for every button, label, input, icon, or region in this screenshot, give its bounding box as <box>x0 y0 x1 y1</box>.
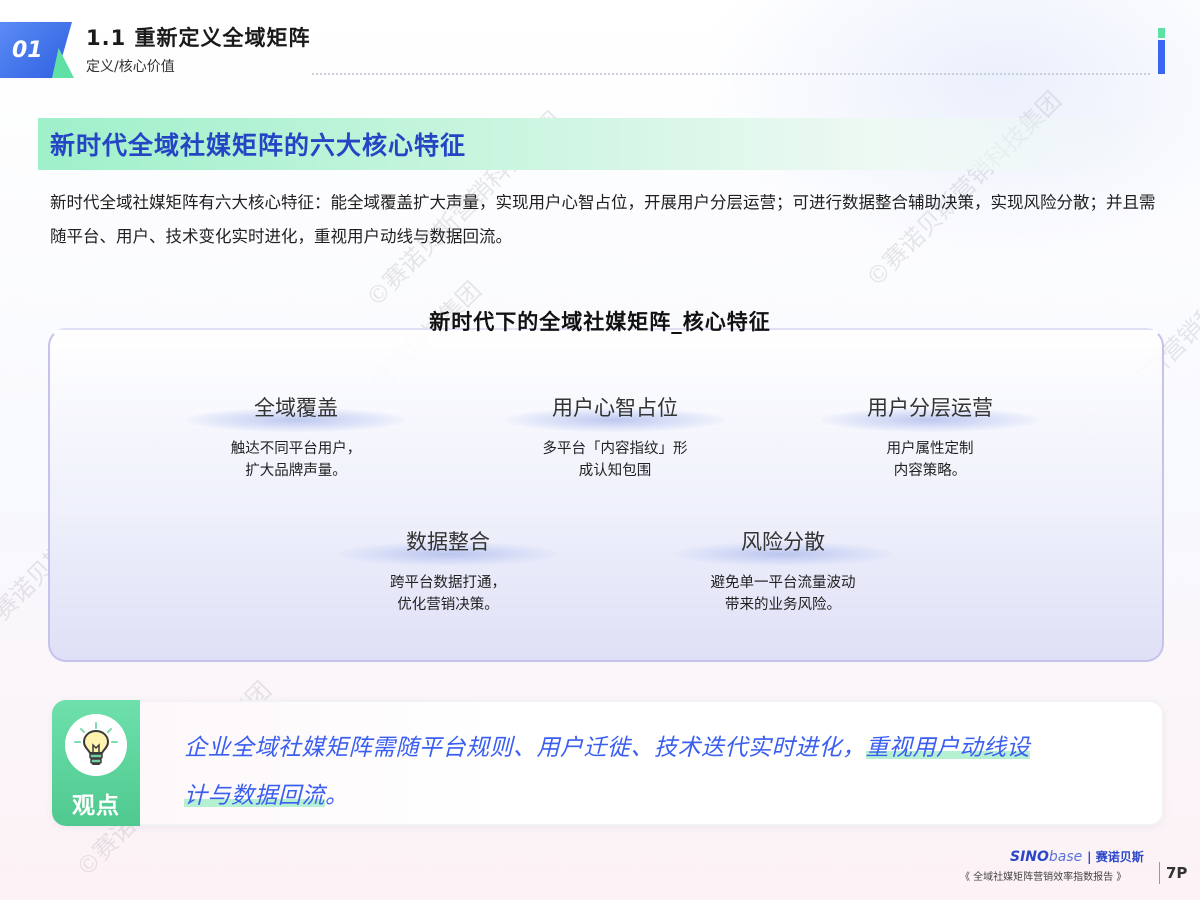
header-dotted-divider <box>312 73 1150 75</box>
section-banner-title: 新时代全域社媒矩阵的六大核心特征 <box>50 131 467 160</box>
brand-bold: SINO <box>1010 849 1049 865</box>
feature-name: 用户分层运营 <box>867 396 993 420</box>
viewpoint-text: 企业全域社媒矩阵需随平台规则、用户迁徙、技术迭代实时进化，重视用户动线设计与数据… <box>184 724 1144 820</box>
feature-desc-line: 多平台「内容指纹」形 <box>542 441 688 457</box>
feature-card: 用户分层运营 用户属性定制 内容策略。 <box>800 390 1060 482</box>
feature-card: 全域覆盖 触达不同平台用户， 扩大品牌声量。 <box>166 390 426 482</box>
viewpoint-text-emphasis: 重视用户动线设 <box>865 735 1030 761</box>
diagram-panel <box>48 328 1164 662</box>
feature-desc-line: 用户属性定制 <box>886 441 974 457</box>
header-accent-green <box>1158 28 1165 38</box>
header-accent-blue <box>1158 40 1165 74</box>
footer-report-name: 《 全域社媒矩阵营销效率指数报告 》 <box>960 872 1127 883</box>
footer-divider <box>1159 862 1160 884</box>
feature-card: 风险分散 避免单一平台流量波动 带来的业务风险。 <box>653 524 913 616</box>
feature-card: 用户心智占位 多平台「内容指纹」形 成认知包围 <box>485 390 745 482</box>
viewpoint-text-emphasis: 计与数据回流 <box>184 783 325 809</box>
feature-name: 用户心智占位 <box>552 396 678 420</box>
feature-desc: 用户属性定制 内容策略。 <box>800 438 1060 482</box>
feature-desc-line: 避免单一平台流量波动 <box>710 575 856 591</box>
intro-paragraph: 新时代全域社媒矩阵有六大核心特征：能全域覆盖扩大声量，实现用户心智占位，开展用户… <box>50 193 1156 246</box>
feature-card: 数据整合 跨平台数据打通， 优化营销决策。 <box>318 524 578 616</box>
viewpoint-text-end: 。 <box>325 783 349 809</box>
feature-name: 风险分散 <box>741 530 825 554</box>
feature-desc-line: 成认知包围 <box>578 463 652 479</box>
page-number: 7P <box>1166 864 1188 882</box>
feature-name: 数据整合 <box>406 530 490 554</box>
section-number: 01 <box>12 37 43 63</box>
lightbulb-icon <box>65 714 127 776</box>
feature-desc-line: 优化营销决策。 <box>397 597 499 613</box>
feature-desc: 触达不同平台用户， 扩大品牌声量。 <box>166 438 426 482</box>
feature-name: 全域覆盖 <box>254 396 338 420</box>
feature-desc: 多平台「内容指纹」形 成认知包围 <box>485 438 745 482</box>
viewpoint-text-plain: 企业全域社媒矩阵需随平台规则、用户迁徙、技术迭代实时进化， <box>184 735 866 761</box>
page-subtitle: 定义/核心价值 <box>86 59 175 75</box>
feature-desc-line: 触达不同平台用户， <box>230 441 362 457</box>
viewpoint-label: 观点 <box>72 793 120 819</box>
footer-brand-logo: SINObase | 赛诺贝斯 <box>1010 848 1144 865</box>
diagram-title: 新时代下的全域社媒矩阵_核心特征 <box>429 310 771 334</box>
brand-cn: | 赛诺贝斯 <box>1087 850 1144 864</box>
feature-desc: 跨平台数据打通， 优化营销决策。 <box>318 572 578 616</box>
brand-light: base <box>1048 849 1083 865</box>
feature-desc-line: 带来的业务风险。 <box>725 597 841 613</box>
feature-desc-line: 扩大品牌声量。 <box>245 463 347 479</box>
feature-desc: 避免单一平台流量波动 带来的业务风险。 <box>653 572 913 616</box>
page-title: 1.1 重新定义全域矩阵 <box>86 26 311 50</box>
feature-desc-line: 跨平台数据打通， <box>390 575 506 591</box>
section-banner: 新时代全域社媒矩阵的六大核心特征 <box>38 118 1162 170</box>
feature-desc-line: 内容策略。 <box>893 463 967 479</box>
